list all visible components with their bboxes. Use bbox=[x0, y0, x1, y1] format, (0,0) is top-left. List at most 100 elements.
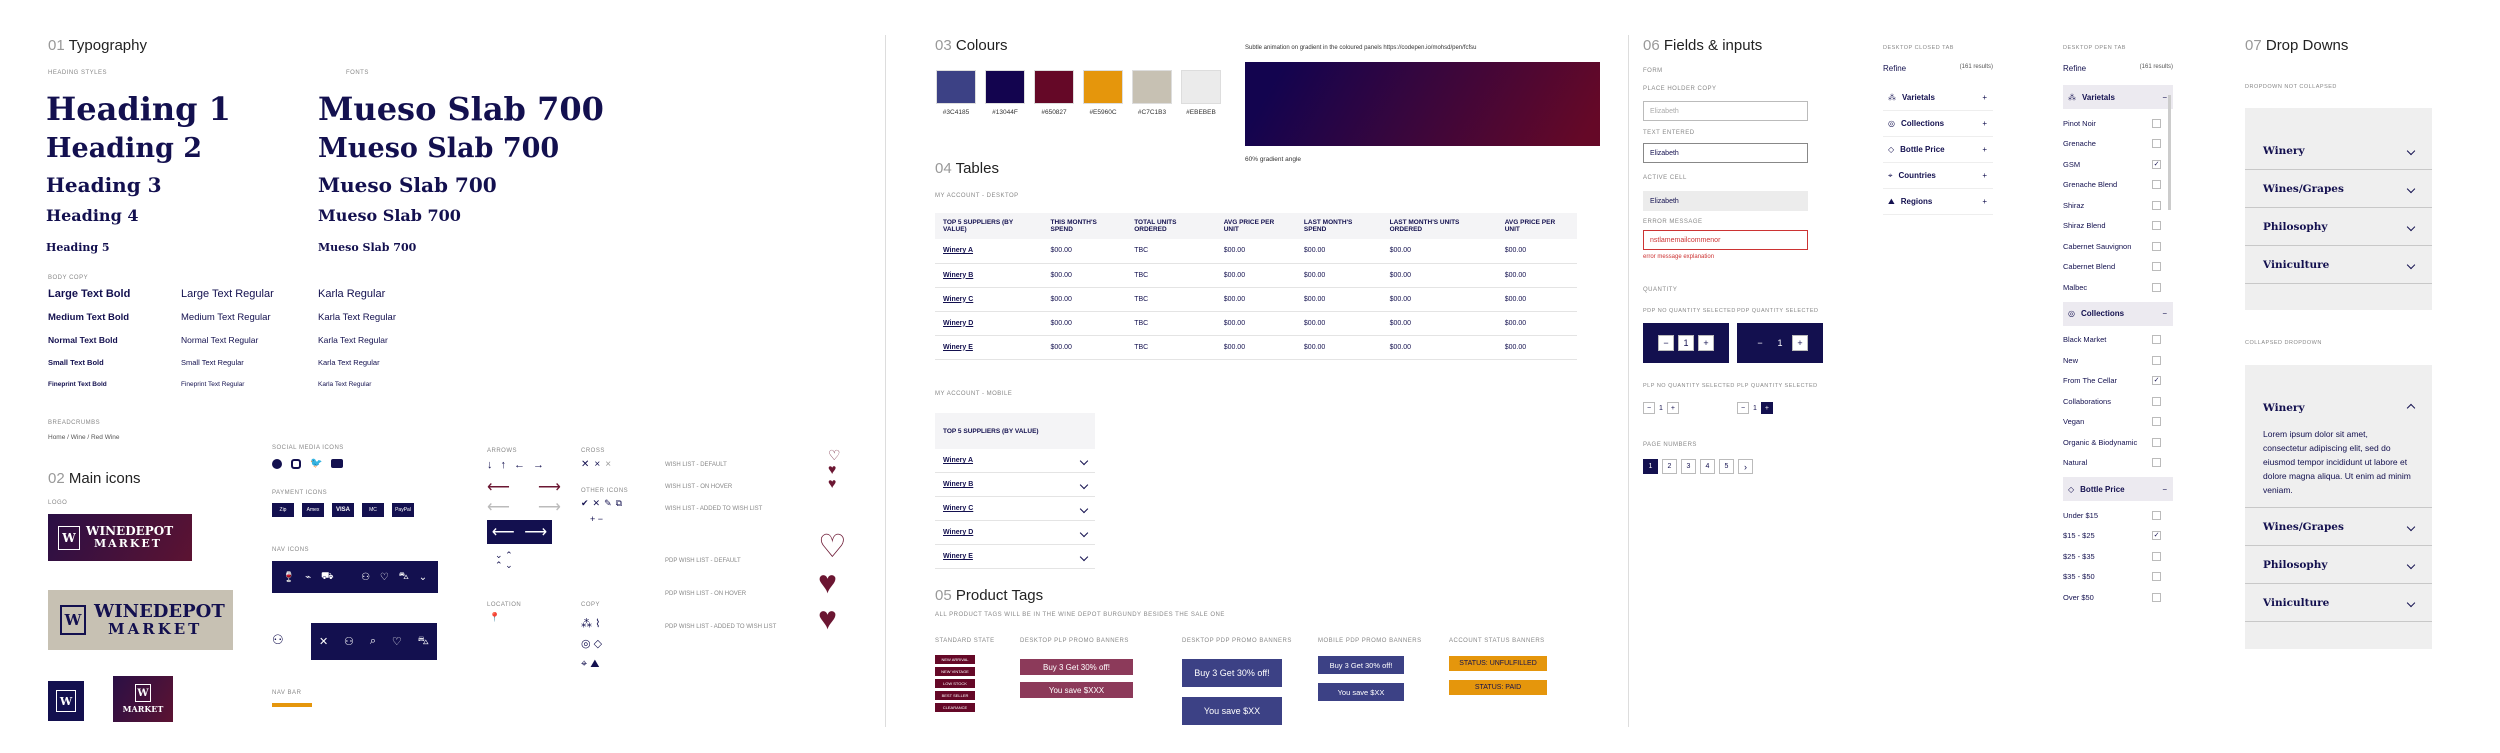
pencil-icon[interactable]: ✎ bbox=[604, 498, 612, 509]
decrement-button[interactable]: − bbox=[1752, 335, 1768, 351]
filter-option[interactable]: Cabernet Sauvignon bbox=[2063, 236, 2173, 257]
filter-group-header[interactable]: ◇ Bottle Price − bbox=[2063, 477, 2173, 501]
increment-button[interactable]: + bbox=[1760, 402, 1773, 414]
filter-group-header[interactable]: ◎ Collections − bbox=[2063, 301, 2173, 326]
checkbox[interactable] bbox=[2152, 118, 2161, 128]
arrow-right-icon[interactable]: → bbox=[533, 459, 544, 471]
minus-icon[interactable]: − bbox=[2162, 485, 2167, 494]
quantity-value[interactable]: 1 bbox=[1659, 405, 1663, 412]
plus-icon[interactable]: + bbox=[1982, 93, 1987, 102]
checkbox[interactable] bbox=[2152, 139, 2161, 149]
mobile-table-row[interactable]: Winery C bbox=[935, 497, 1095, 521]
instagram-icon[interactable] bbox=[291, 459, 301, 469]
plus-icon[interactable]: + bbox=[1982, 145, 1987, 154]
decrement-button[interactable]: − bbox=[1643, 402, 1655, 414]
error-input[interactable]: nstlamemailcommenor bbox=[1643, 230, 1808, 250]
filter-option[interactable]: Collaborations bbox=[2063, 391, 2173, 412]
scrollbar[interactable] bbox=[2168, 95, 2171, 210]
decrement-button[interactable]: − bbox=[1658, 335, 1674, 351]
filter-option[interactable]: Under $15 bbox=[2063, 505, 2173, 526]
quantity-value[interactable]: 1 bbox=[1753, 405, 1757, 412]
plus-icon[interactable]: + bbox=[1982, 119, 1987, 128]
winery-link[interactable]: Winery B bbox=[943, 481, 973, 488]
copy-icon[interactable]: ⧉ bbox=[616, 498, 622, 509]
dropdown-item[interactable]: Philosophy bbox=[2245, 546, 2432, 584]
tag-icon[interactable]: ⌁ bbox=[305, 572, 311, 583]
heart-icon[interactable]: ♡ bbox=[392, 635, 402, 648]
active-cell-input[interactable]: Elizabeth bbox=[1643, 191, 1808, 211]
winery-link[interactable]: Winery E bbox=[943, 553, 973, 560]
filter-option[interactable]: $25 - $35 bbox=[2063, 546, 2173, 567]
filter-option[interactable]: $15 - $25 ✓ bbox=[2063, 526, 2173, 547]
quantity-value[interactable]: 1 bbox=[1772, 335, 1788, 351]
dropdown-item[interactable]: Philosophy bbox=[2245, 208, 2432, 246]
checkbox[interactable] bbox=[2152, 221, 2161, 231]
checkbox[interactable] bbox=[2152, 572, 2161, 582]
filter-option[interactable]: Malbec bbox=[2063, 277, 2173, 298]
filter-group-header[interactable]: ◇ Bottle Price + bbox=[1883, 137, 1993, 163]
dropdown-item[interactable]: Wines/Grapes bbox=[2245, 170, 2432, 208]
checkbox[interactable] bbox=[2152, 437, 2161, 447]
chevron-down-icon[interactable]: ⌄ bbox=[495, 550, 503, 560]
checkbox[interactable] bbox=[2152, 458, 2161, 468]
winery-link[interactable]: Winery D bbox=[943, 529, 973, 536]
chevron-up-icon[interactable]: ⌃ bbox=[505, 550, 513, 560]
filter-option[interactable]: Black Market bbox=[2063, 330, 2173, 351]
user-icon[interactable]: ⚇ bbox=[272, 632, 284, 648]
filter-option[interactable]: $35 - $50 bbox=[2063, 567, 2173, 588]
twitter-icon[interactable]: 🐦 bbox=[310, 459, 322, 469]
arrow-up-icon[interactable]: ↑ bbox=[501, 459, 507, 471]
page-number-button[interactable]: 2 bbox=[1662, 459, 1677, 474]
user-icon[interactable]: ⚇ bbox=[361, 572, 370, 583]
filter-group-header[interactable]: ⁂ Varietals + bbox=[1883, 85, 1993, 111]
breadcrumb[interactable]: Home / Wine / Red Wine bbox=[48, 434, 120, 441]
increment-button[interactable]: + bbox=[1698, 335, 1714, 351]
winery-link[interactable]: Winery B bbox=[935, 263, 1043, 288]
page-number-button[interactable]: 3 bbox=[1681, 459, 1696, 474]
page-number-button[interactable]: 4 bbox=[1700, 459, 1715, 474]
close-icon[interactable]: ✕ bbox=[581, 459, 589, 470]
filter-option[interactable]: Cabernet Blend bbox=[2063, 257, 2173, 278]
arrow-left-icon[interactable]: ⟵ bbox=[487, 477, 510, 497]
winery-link[interactable]: Winery A bbox=[935, 239, 1043, 264]
checkbox[interactable] bbox=[2152, 510, 2161, 520]
heart-outline-icon[interactable]: ♡ bbox=[818, 528, 847, 564]
user-icon[interactable]: ⚇ bbox=[344, 635, 354, 648]
winery-link[interactable]: Winery E bbox=[935, 335, 1043, 360]
checkbox[interactable] bbox=[2152, 592, 2161, 602]
winery-link[interactable]: Winery A bbox=[943, 457, 973, 464]
heart-outline-icon[interactable]: ♡ bbox=[828, 448, 841, 462]
increment-button[interactable]: + bbox=[1792, 335, 1808, 351]
dropdown-item[interactable]: Winery bbox=[2245, 132, 2432, 170]
arrow-right-icon[interactable]: ⟶ bbox=[524, 522, 547, 542]
dropdown-item[interactable]: Viniculture bbox=[2245, 246, 2432, 284]
mobile-table-row[interactable]: Winery A bbox=[935, 449, 1095, 473]
filter-option[interactable]: GSM ✓ bbox=[2063, 154, 2173, 175]
filter-group-header[interactable]: ◎ Collections + bbox=[1883, 111, 1993, 137]
filter-option[interactable]: Grenache bbox=[2063, 134, 2173, 155]
facebook-icon[interactable] bbox=[272, 459, 282, 469]
close-icon[interactable]: × bbox=[605, 459, 611, 470]
heart-filled-icon[interactable]: ♥ bbox=[818, 564, 847, 600]
heart-filled-icon[interactable]: ♥ bbox=[818, 600, 847, 636]
minus-icon[interactable]: − bbox=[2162, 93, 2167, 102]
checkbox[interactable] bbox=[2152, 180, 2161, 190]
winery-link[interactable]: Winery D bbox=[935, 311, 1043, 336]
filter-group-header[interactable]: ⌖ Countries + bbox=[1883, 163, 1993, 189]
checkbox[interactable] bbox=[2152, 396, 2161, 406]
next-page-button[interactable]: › bbox=[1738, 459, 1753, 474]
quantity-value[interactable]: 1 bbox=[1678, 335, 1694, 351]
filter-option[interactable]: Organic & Biodynamic bbox=[2063, 432, 2173, 453]
filter-option[interactable]: Over $50 bbox=[2063, 587, 2173, 608]
checkbox[interactable]: ✓ bbox=[2152, 159, 2161, 169]
checkbox[interactable] bbox=[2152, 241, 2161, 251]
cart-icon[interactable]: ⛍ bbox=[399, 571, 409, 584]
page-number-button[interactable]: 5 bbox=[1719, 459, 1734, 474]
checkbox[interactable]: ✓ bbox=[2152, 531, 2161, 541]
close-icon[interactable]: ✕ bbox=[319, 635, 328, 648]
youtube-icon[interactable] bbox=[331, 459, 344, 468]
checkbox[interactable] bbox=[2152, 355, 2161, 365]
text-entered-input[interactable]: Elizabeth bbox=[1643, 143, 1808, 163]
arrow-left-icon[interactable]: ⟵ bbox=[492, 522, 515, 542]
wine-glass-icon[interactable]: 🍷 bbox=[283, 572, 295, 583]
